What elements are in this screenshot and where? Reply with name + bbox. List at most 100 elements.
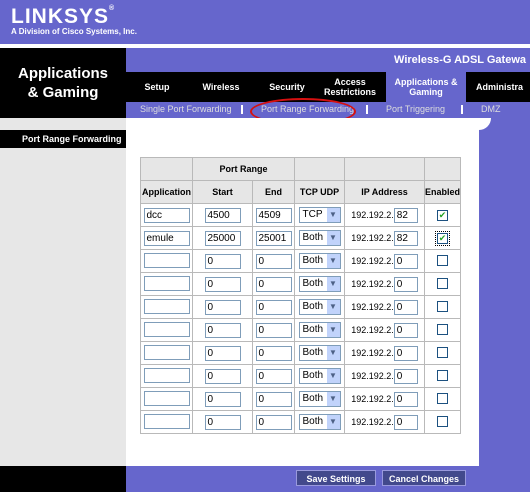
start-port-input[interactable]: 0 bbox=[204, 414, 241, 430]
protocol-select[interactable]: Both ▼ bbox=[298, 230, 341, 246]
end-cell: 0 bbox=[252, 318, 295, 342]
enabled-checkbox[interactable] bbox=[437, 346, 448, 358]
ip-last-octet-input[interactable]: 0 bbox=[393, 368, 418, 384]
subtab-separator bbox=[366, 105, 368, 114]
ip-cell: 192.192.2. 0 bbox=[344, 318, 425, 342]
application-input[interactable]: emule bbox=[143, 230, 190, 246]
end-port-input[interactable]: 0 bbox=[255, 368, 292, 384]
save-settings-button[interactable]: Save Settings bbox=[296, 470, 376, 486]
application-input[interactable] bbox=[143, 275, 190, 291]
ip-last-octet-input[interactable]: 0 bbox=[393, 276, 418, 292]
enabled-checkbox[interactable] bbox=[437, 323, 448, 335]
protocol-select[interactable]: Both ▼ bbox=[298, 368, 341, 384]
cancel-changes-button[interactable]: Cancel Changes bbox=[382, 470, 466, 486]
protocol-select[interactable]: Both ▼ bbox=[298, 345, 341, 361]
header-blank bbox=[344, 157, 425, 181]
subtab-dmz[interactable]: DMZ bbox=[481, 104, 501, 114]
section-title: Port Range Forwarding bbox=[0, 130, 126, 148]
subtab-separator bbox=[241, 105, 243, 114]
ip-last-octet-input[interactable]: 82 bbox=[393, 230, 418, 246]
enabled-checkbox[interactable] bbox=[437, 415, 448, 427]
chevron-down-icon[interactable]: ▼ bbox=[326, 392, 340, 406]
chevron-down-icon[interactable]: ▼ bbox=[326, 415, 340, 429]
end-port-input[interactable]: 4509 bbox=[255, 207, 292, 223]
end-port-input[interactable]: 0 bbox=[255, 276, 292, 292]
start-port-input[interactable]: 0 bbox=[204, 276, 241, 292]
chevron-down-icon[interactable]: ▼ bbox=[326, 208, 340, 222]
end-port-input[interactable]: 0 bbox=[255, 253, 292, 269]
ip-prefix: 192.192.2. bbox=[351, 393, 394, 404]
chevron-down-icon[interactable]: ▼ bbox=[326, 369, 340, 383]
start-cell: 0 bbox=[192, 249, 253, 273]
start-cell: 25000 bbox=[192, 226, 253, 250]
application-input[interactable] bbox=[143, 252, 190, 268]
application-input[interactable] bbox=[143, 321, 190, 337]
application-input[interactable] bbox=[143, 413, 190, 429]
protocol-cell: TCP ▼ bbox=[294, 203, 345, 227]
protocol-select[interactable]: Both ▼ bbox=[298, 253, 341, 269]
protocol-cell: Both ▼ bbox=[294, 364, 345, 388]
ip-last-octet-input[interactable]: 0 bbox=[393, 299, 418, 315]
end-port-input[interactable]: 0 bbox=[255, 322, 292, 338]
start-port-input[interactable]: 0 bbox=[204, 253, 241, 269]
start-port-input[interactable]: 25000 bbox=[204, 230, 241, 246]
start-port-input[interactable]: 0 bbox=[204, 322, 241, 338]
ip-last-octet-input[interactable]: 0 bbox=[393, 322, 418, 338]
application-input[interactable] bbox=[143, 298, 190, 314]
application-input[interactable] bbox=[143, 390, 190, 406]
application-input[interactable] bbox=[143, 344, 190, 360]
protocol-select[interactable]: Both ▼ bbox=[298, 322, 341, 338]
chevron-down-icon[interactable]: ▼ bbox=[326, 323, 340, 337]
chevron-down-icon[interactable]: ▼ bbox=[326, 277, 340, 291]
subtab-port-triggering[interactable]: Port Triggering bbox=[386, 104, 445, 114]
subtab-single-port-forwarding[interactable]: Single Port Forwarding bbox=[140, 104, 232, 114]
ip-cell: 192.192.2. 0 bbox=[344, 249, 425, 273]
enabled-checkbox[interactable] bbox=[437, 392, 448, 404]
end-port-input[interactable]: 0 bbox=[255, 299, 292, 315]
end-port-input[interactable]: 0 bbox=[255, 391, 292, 407]
chevron-down-icon[interactable]: ▼ bbox=[326, 254, 340, 268]
protocol-select[interactable]: Both ▼ bbox=[298, 276, 341, 292]
tab-wireless[interactable]: Wireless bbox=[192, 72, 250, 102]
tab-access-restrictions[interactable]: Access Restrictions bbox=[318, 72, 382, 102]
tab-setup[interactable]: Setup bbox=[136, 72, 178, 102]
ip-last-octet-input[interactable]: 82 bbox=[393, 207, 418, 223]
chevron-down-icon[interactable]: ▼ bbox=[326, 346, 340, 360]
enabled-checkbox[interactable]: ✔ bbox=[435, 230, 450, 246]
ip-cell: 192.192.2. 82 bbox=[344, 226, 425, 250]
port-range-table: Port Range Application Start End TCP UDP… bbox=[140, 157, 462, 434]
start-port-input[interactable]: 0 bbox=[204, 299, 241, 315]
ip-last-octet-input[interactable]: 0 bbox=[393, 345, 418, 361]
start-port-input[interactable]: 0 bbox=[204, 345, 241, 361]
ip-last-octet-input[interactable]: 0 bbox=[393, 391, 418, 407]
start-cell: 0 bbox=[192, 410, 253, 434]
enabled-checkbox[interactable] bbox=[437, 254, 448, 266]
ip-prefix: 192.192.2. bbox=[351, 370, 394, 381]
end-port-input[interactable]: 25001 bbox=[255, 230, 292, 246]
end-port-input[interactable]: 0 bbox=[255, 414, 292, 430]
tab-applications-gaming[interactable]: Applications & Gaming bbox=[386, 72, 466, 102]
protocol-select[interactable]: Both ▼ bbox=[298, 299, 341, 315]
start-port-input[interactable]: 0 bbox=[204, 368, 241, 384]
start-port-input[interactable]: 4500 bbox=[204, 207, 241, 223]
start-port-input[interactable]: 0 bbox=[204, 391, 241, 407]
table-row: 0 0 Both ▼ 192.192.2. 0 bbox=[140, 295, 462, 319]
protocol-select[interactable]: TCP ▼ bbox=[298, 207, 341, 223]
application-input[interactable] bbox=[143, 367, 190, 383]
tab-administration[interactable]: Administra bbox=[476, 72, 530, 102]
protocol-select[interactable]: Both ▼ bbox=[298, 414, 341, 430]
ip-last-octet-input[interactable]: 0 bbox=[393, 253, 418, 269]
enabled-checkbox[interactable] bbox=[437, 277, 448, 289]
application-input[interactable]: dcc bbox=[143, 207, 190, 223]
chevron-down-icon[interactable]: ▼ bbox=[326, 300, 340, 314]
chevron-down-icon[interactable]: ▼ bbox=[326, 231, 340, 245]
protocol-value: Both bbox=[302, 347, 324, 358]
protocol-select[interactable]: Both ▼ bbox=[298, 391, 341, 407]
end-port-input[interactable]: 0 bbox=[255, 345, 292, 361]
enabled-checkbox[interactable] bbox=[437, 300, 448, 312]
enabled-checkbox[interactable]: ✔ bbox=[437, 209, 448, 221]
brand-name: LINKSYS bbox=[11, 5, 110, 28]
enabled-cell bbox=[423, 249, 462, 273]
ip-last-octet-input[interactable]: 0 bbox=[393, 414, 418, 430]
enabled-checkbox[interactable] bbox=[437, 369, 448, 381]
